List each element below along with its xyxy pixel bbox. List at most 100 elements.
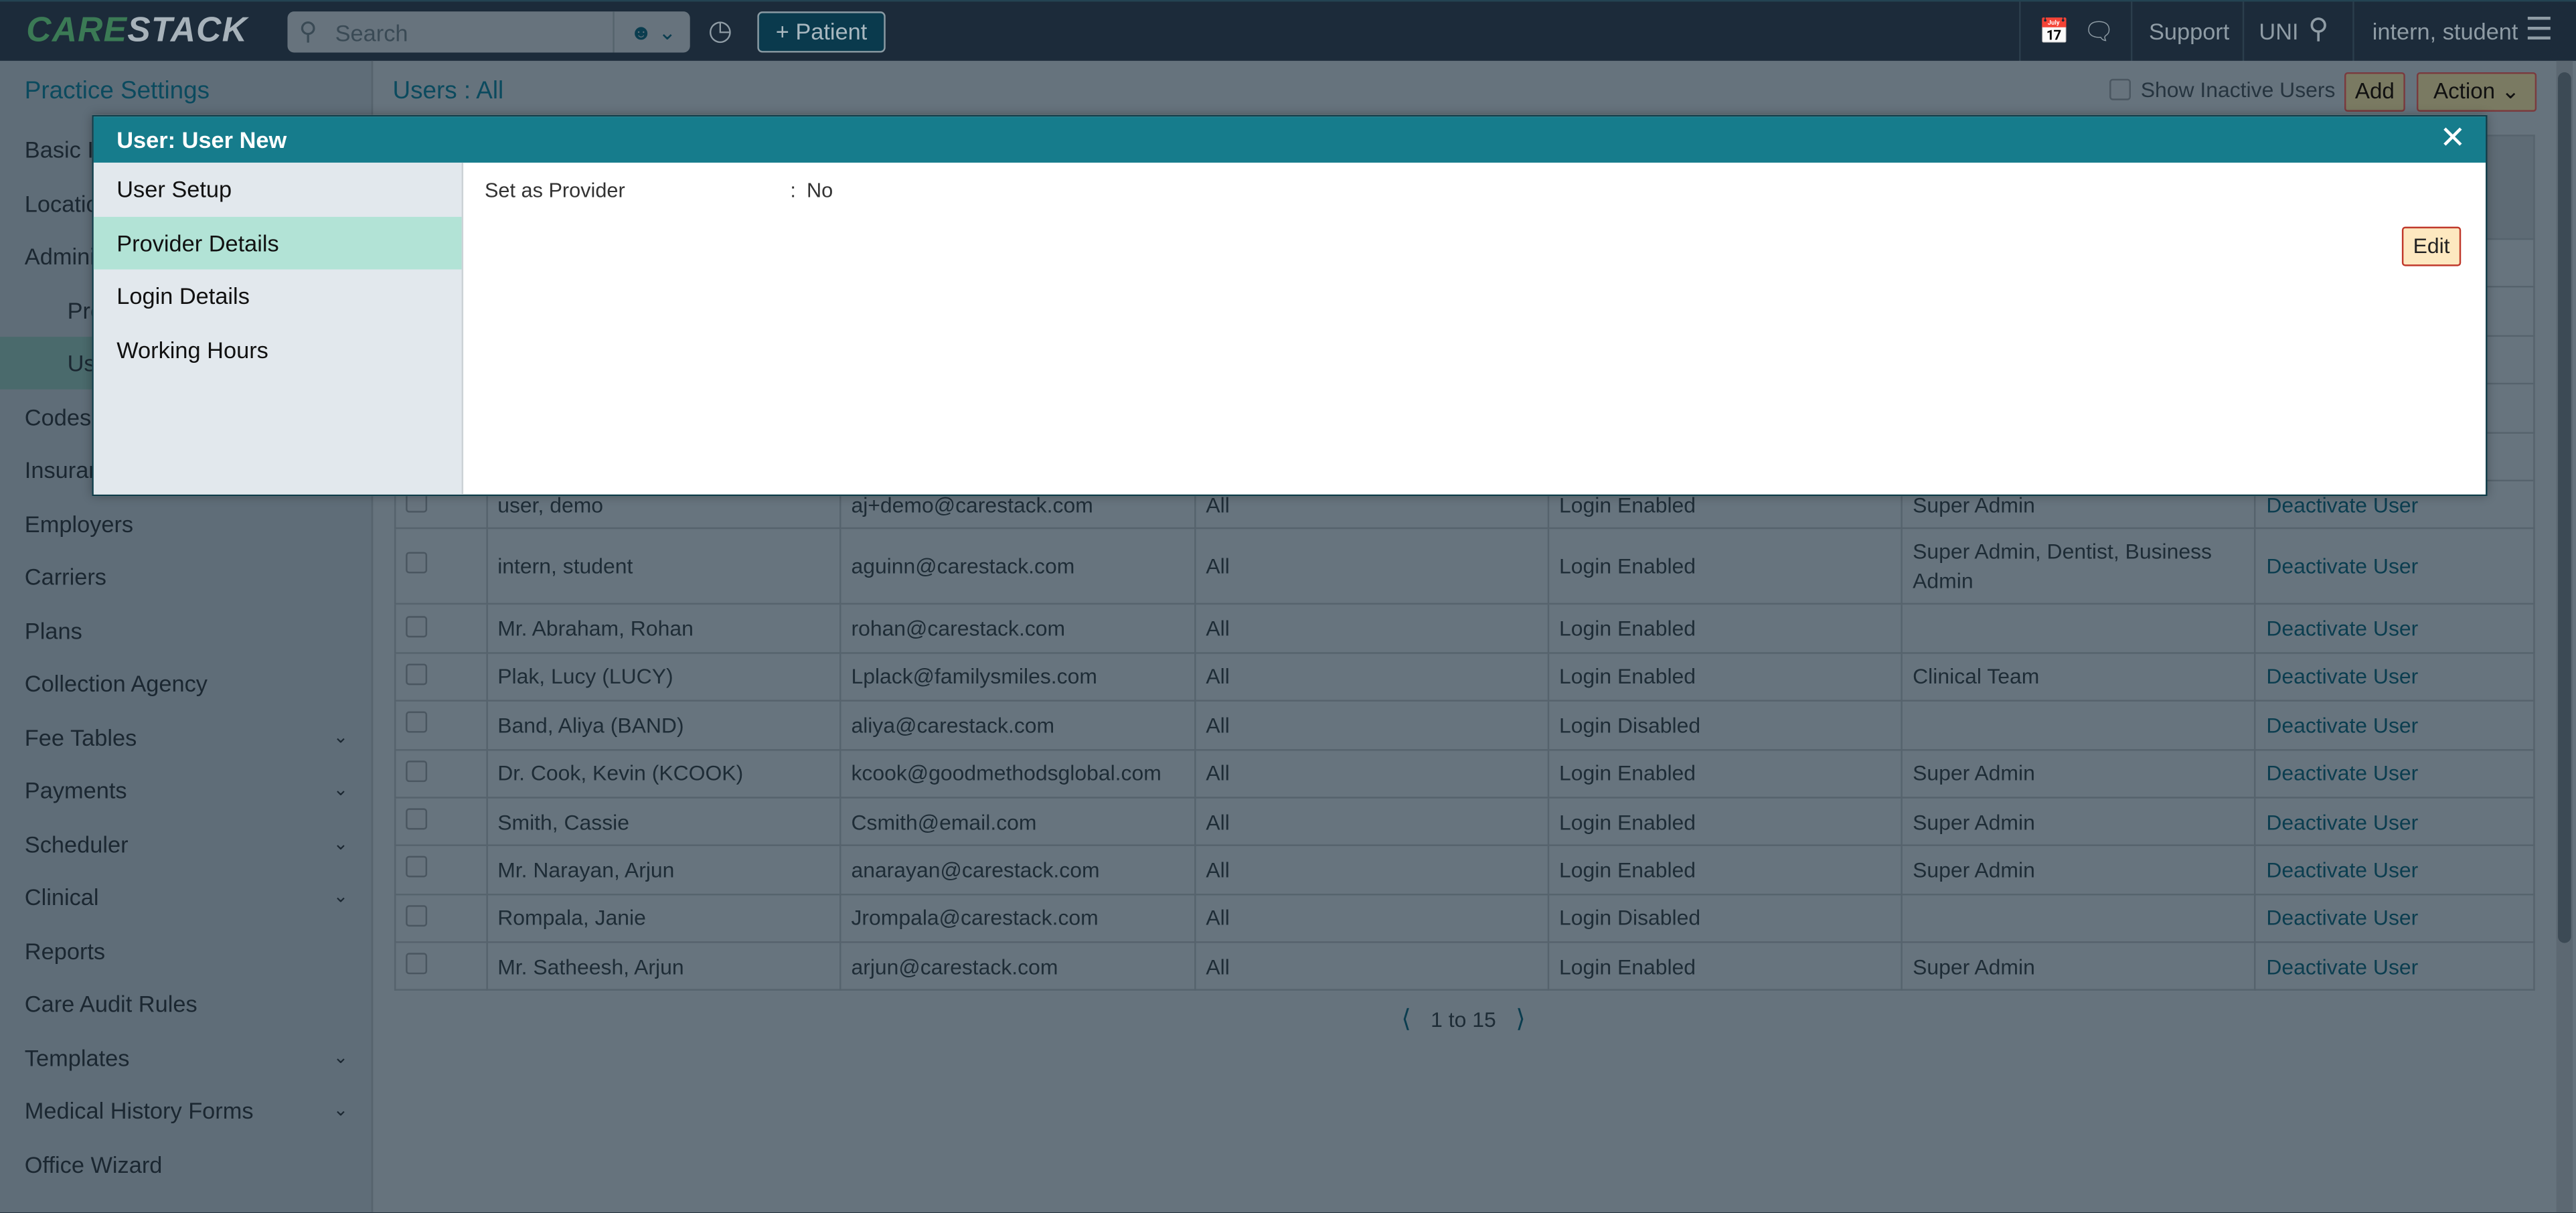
row-checkbox-cell [394, 748, 488, 799]
action-cell: Deactivate User [2255, 528, 2535, 605]
hamburger-menu-icon[interactable]: ☰ [2525, 11, 2553, 49]
user-email: aliya@carestack.com [839, 700, 1196, 750]
prev-page-icon[interactable]: ⟨ [1401, 1005, 1411, 1034]
deactivate-user-link[interactable]: Deactivate User [2266, 713, 2418, 738]
sidebar-item-label: Fee Tables [24, 724, 137, 750]
chevron-down-icon[interactable]: ⌄ [333, 871, 349, 924]
support-link[interactable]: Support [2149, 18, 2229, 44]
deactivate-user-link[interactable]: Deactivate User [2266, 858, 2418, 882]
table-row: Band, Aliya (BAND) aliya@carestack.com All… [394, 700, 2535, 750]
user-name: Band, Aliya (BAND) [486, 700, 841, 750]
modal-tab-provider-details[interactable]: Provider Details [93, 216, 462, 270]
modal-tab-user-setup[interactable]: User Setup [94, 163, 462, 216]
row-checkbox[interactable] [406, 760, 428, 782]
login-status: Login Enabled [1547, 603, 1903, 654]
set-as-provider-label: Set as Provider [484, 179, 625, 202]
chat-icon[interactable]: 🗨 [2083, 17, 2115, 46]
sidebar-item-employers[interactable]: Employers [0, 497, 372, 550]
user-email: anarayan@carestack.com [839, 845, 1196, 895]
sidebar-item-label: Medical History Forms [24, 1097, 254, 1124]
chevron-down-icon[interactable]: ⌄ [333, 764, 349, 817]
deactivate-user-link[interactable]: Deactivate User [2266, 761, 2418, 786]
search-input[interactable] [331, 15, 610, 52]
sidebar-item-label: Scheduler [24, 830, 129, 857]
sidebar-item-clinical[interactable]: Clinical ⌄ [0, 871, 372, 924]
row-checkbox[interactable] [406, 953, 428, 975]
row-checkbox[interactable] [406, 712, 428, 734]
user-menu[interactable]: intern, student [2372, 18, 2518, 44]
edit-button[interactable]: Edit [2401, 226, 2462, 266]
show-inactive-users-checkbox[interactable]: Show Inactive Users [2109, 77, 2336, 102]
modal-header: User: User New ✕ [93, 116, 2486, 163]
sidebar-item-label: Carriers [24, 563, 106, 590]
divider [2242, 1, 2245, 63]
sidebar-item-reports[interactable]: Reports [0, 924, 372, 977]
deactivate-user-link[interactable]: Deactivate User [2266, 954, 2418, 979]
close-icon[interactable]: ✕ [2439, 120, 2466, 157]
sidebar-item-fee-tables[interactable]: Fee Tables ⌄ [0, 710, 372, 763]
sidebar-item-label: Payments [24, 777, 127, 804]
deactivate-user-link[interactable]: Deactivate User [2266, 906, 2418, 931]
divider [2019, 1, 2021, 63]
carestack-logo[interactable]: CARESTACK [26, 11, 248, 51]
sidebar-item-plans[interactable]: Plans [0, 604, 372, 657]
deactivate-user-link[interactable]: Deactivate User [2266, 664, 2418, 689]
checkbox[interactable] [2109, 78, 2131, 100]
map-pin-icon[interactable]: ⚲ [2308, 13, 2329, 46]
checkbox-label: Show Inactive Users [2140, 77, 2336, 102]
sidebar-item-payments[interactable]: Payments ⌄ [0, 764, 372, 817]
row-checkbox[interactable] [406, 663, 428, 685]
chevron-down-icon[interactable]: ⌄ [333, 817, 349, 870]
modal-tab-working-hours[interactable]: Working Hours [94, 323, 462, 376]
location-selector[interactable]: UNI [2259, 18, 2298, 44]
divider [2130, 1, 2133, 63]
user-email: rohan@carestack.com [839, 603, 1196, 654]
next-page-icon[interactable]: ⟩ [1516, 1005, 1525, 1034]
row-checkbox[interactable] [406, 552, 428, 574]
scrollbar-thumb[interactable] [2558, 72, 2571, 943]
row-checkbox-cell [394, 700, 488, 750]
modal-title: User: User New [116, 126, 287, 153]
calendar-icon[interactable]: 📅 [2039, 17, 2070, 46]
action-cell: Deactivate User [2255, 893, 2535, 943]
row-checkbox[interactable] [406, 808, 428, 830]
sidebar-item-collection-agency[interactable]: Collection Agency [0, 657, 372, 710]
table-row: Rompala, Janie Jrompala@carestack.com All L… [394, 893, 2535, 943]
table-row: Dr. Cook, Kevin (KCOOK) kcook@goodmethods… [394, 748, 2535, 799]
deactivate-user-link[interactable]: Deactivate User [2266, 809, 2418, 834]
chevron-down-icon[interactable]: ⌄ [333, 710, 349, 763]
row-checkbox[interactable] [406, 615, 428, 637]
add-button[interactable]: Add [2344, 72, 2405, 112]
modal-tab-login-details[interactable]: Login Details [94, 269, 462, 323]
user-roles: Super Admin [1901, 748, 2257, 799]
sidebar-item-care-audit-rules[interactable]: Care Audit Rules [0, 977, 372, 1030]
user-locations: All [1194, 528, 1550, 605]
deactivate-user-link[interactable]: Deactivate User [2266, 554, 2418, 578]
sidebar-item-label: Codes [24, 403, 92, 430]
action-dropdown[interactable]: Action ⌄ [2416, 72, 2537, 112]
deactivate-user-link[interactable]: Deactivate User [2266, 616, 2418, 641]
sidebar-item-templates[interactable]: Templates ⌄ [0, 1031, 372, 1084]
sidebar-item-carriers[interactable]: Carriers [0, 550, 372, 603]
row-checkbox[interactable] [406, 904, 428, 926]
chevron-down-icon: ⌄ [658, 19, 677, 45]
sidebar-item-label: Templates [24, 1044, 130, 1070]
action-cell: Deactivate User [2255, 603, 2535, 654]
sidebar-item-office-wizard[interactable]: Office Wizard [0, 1137, 372, 1190]
sidebar-item-label: Reports [24, 937, 106, 964]
row-checkbox[interactable] [406, 856, 428, 878]
add-patient-button[interactable]: + Patient [757, 11, 886, 53]
user-roles [1901, 893, 2257, 943]
chevron-down-icon[interactable]: ⌄ [333, 1031, 349, 1084]
login-status: Login Enabled [1547, 528, 1903, 605]
chevron-down-icon[interactable]: ⌄ [333, 1084, 349, 1137]
login-status: Login Enabled [1547, 796, 1903, 847]
user-email: kcook@goodmethodsglobal.com [839, 748, 1196, 799]
history-clock-icon[interactable]: ◷ [708, 15, 732, 48]
table-row: Smith, Cassie Csmith@email.com All Login En… [394, 796, 2535, 847]
sidebar-item-medical-history-forms[interactable]: Medical History Forms ⌄ [0, 1084, 372, 1137]
user-roles: Super Admin [1901, 941, 2257, 991]
user-name: Mr. Satheesh, Arjun [486, 941, 841, 991]
search-type-dropdown[interactable]: ☻ ⌄ [613, 11, 692, 53]
sidebar-item-scheduler[interactable]: Scheduler ⌄ [0, 817, 372, 870]
